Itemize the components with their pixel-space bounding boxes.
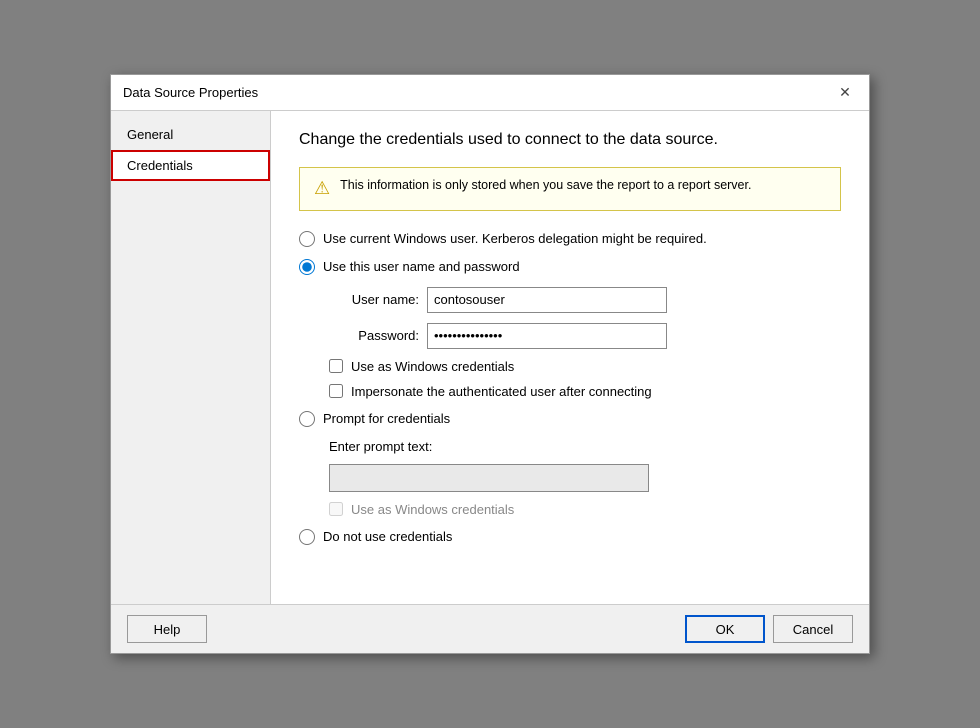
ok-button[interactable]: OK: [685, 615, 765, 643]
username-label: User name:: [329, 292, 419, 307]
prompt-label: Enter prompt text:: [329, 439, 432, 454]
radio-item-userpass[interactable]: Use this user name and password: [299, 259, 841, 275]
checkbox-windows-label: Use as Windows credentials: [351, 359, 514, 374]
close-button[interactable]: ✕: [833, 81, 857, 105]
password-label: Password:: [329, 328, 419, 343]
sidebar-item-general[interactable]: General: [111, 119, 270, 150]
checkbox-windows-input[interactable]: [329, 359, 343, 373]
content-title: Change the credentials used to connect t…: [299, 131, 841, 149]
radio-group: Use current Windows user. Kerberos deleg…: [299, 231, 841, 545]
radio-prompt[interactable]: [299, 411, 315, 427]
username-row: User name:: [329, 287, 841, 313]
radio-windows-label: Use current Windows user. Kerberos deleg…: [323, 231, 707, 246]
prompt-form: Enter prompt text: Use as Windows creden…: [329, 439, 841, 517]
sidebar: General Credentials: [111, 111, 271, 604]
prompt-input[interactable]: [329, 464, 649, 492]
sidebar-item-credentials[interactable]: Credentials: [111, 150, 270, 181]
username-input[interactable]: [427, 287, 667, 313]
password-row: Password:: [329, 323, 841, 349]
radio-userpass-label: Use this user name and password: [323, 259, 520, 274]
dialog-title: Data Source Properties: [123, 85, 258, 100]
radio-item-windows[interactable]: Use current Windows user. Kerberos deleg…: [299, 231, 841, 247]
radio-windows[interactable]: [299, 231, 315, 247]
help-button[interactable]: Help: [127, 615, 207, 643]
radio-none-label: Do not use credentials: [323, 529, 452, 544]
content-area: Change the credentials used to connect t…: [271, 111, 869, 604]
prompt-label-row: Enter prompt text:: [329, 439, 841, 454]
radio-userpass[interactable]: [299, 259, 315, 275]
radio-item-none[interactable]: Do not use credentials: [299, 529, 841, 545]
radio-prompt-label: Prompt for credentials: [323, 411, 450, 426]
checkbox-impersonate[interactable]: Impersonate the authenticated user after…: [329, 384, 841, 399]
warning-icon: ⚠: [314, 178, 330, 200]
title-bar: Data Source Properties ✕: [111, 75, 869, 111]
dialog-body: General Credentials Change the credentia…: [111, 111, 869, 604]
checkbox-prompt-windows[interactable]: Use as Windows credentials: [329, 502, 841, 517]
warning-text: This information is only stored when you…: [340, 178, 751, 192]
dialog: Data Source Properties ✕ General Credent…: [110, 74, 870, 654]
footer-right: OK Cancel: [685, 615, 853, 643]
checkbox-windows-creds[interactable]: Use as Windows credentials: [329, 359, 841, 374]
checkbox-prompt-windows-input[interactable]: [329, 502, 343, 516]
userpass-form: User name: Password: Use as Windows cred…: [329, 287, 841, 399]
warning-box: ⚠ This information is only stored when y…: [299, 167, 841, 211]
cancel-button[interactable]: Cancel: [773, 615, 853, 643]
radio-item-prompt[interactable]: Prompt for credentials: [299, 411, 841, 427]
radio-none[interactable]: [299, 529, 315, 545]
checkbox-impersonate-input[interactable]: [329, 384, 343, 398]
dialog-footer: Help OK Cancel: [111, 604, 869, 653]
password-input[interactable]: [427, 323, 667, 349]
checkbox-impersonate-label: Impersonate the authenticated user after…: [351, 384, 652, 399]
checkbox-prompt-windows-label: Use as Windows credentials: [351, 502, 514, 517]
